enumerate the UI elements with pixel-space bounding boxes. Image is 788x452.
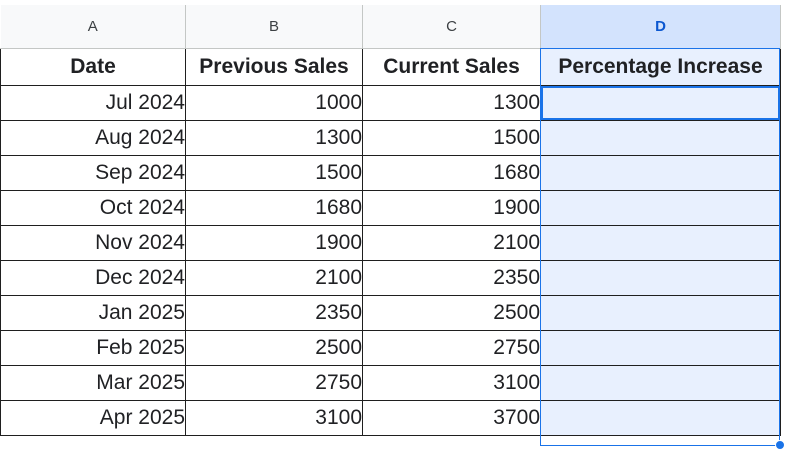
header-cell-percentage-increase[interactable]: Percentage Increase: [540, 47, 781, 86]
current-sales-cell[interactable]: 2350: [362, 259, 541, 296]
percentage-increase-cell[interactable]: [540, 119, 781, 156]
table-header-row: Date Previous Sales Current Sales Percen…: [0, 47, 781, 86]
table-row: Feb 2025 2500 2750: [0, 329, 781, 366]
table-row: Apr 2025 3100 3700: [0, 399, 781, 436]
header-cell-current-sales[interactable]: Current Sales: [362, 47, 541, 86]
table-row: Mar 2025 2750 3100: [0, 364, 781, 401]
table-row: Aug 2024 1300 1500: [0, 119, 781, 156]
previous-sales-cell[interactable]: 3100: [185, 399, 363, 436]
header-cell-date[interactable]: Date: [0, 47, 186, 86]
date-cell[interactable]: Jul 2024: [0, 84, 186, 121]
percentage-increase-cell[interactable]: [540, 224, 781, 261]
current-sales-cell[interactable]: 2100: [362, 224, 541, 261]
current-sales-cell[interactable]: 2500: [362, 294, 541, 331]
previous-sales-cell[interactable]: 1000: [185, 84, 363, 121]
percentage-increase-cell[interactable]: [540, 294, 781, 331]
date-cell[interactable]: Apr 2025: [0, 399, 186, 436]
column-header-d[interactable]: D: [540, 5, 781, 49]
date-cell[interactable]: Dec 2024: [0, 259, 186, 296]
percentage-increase-cell[interactable]: [540, 329, 781, 366]
current-sales-cell[interactable]: 1300: [362, 84, 541, 121]
percentage-increase-cell[interactable]: [540, 189, 781, 226]
current-sales-cell[interactable]: 1500: [362, 119, 541, 156]
previous-sales-cell[interactable]: 2350: [185, 294, 363, 331]
current-sales-cell[interactable]: 3700: [362, 399, 541, 436]
column-header-b[interactable]: B: [185, 5, 363, 49]
fill-handle[interactable]: [775, 440, 785, 450]
previous-sales-cell[interactable]: 1680: [185, 189, 363, 226]
header-cell-previous-sales[interactable]: Previous Sales: [185, 47, 363, 86]
table-row: Oct 2024 1680 1900: [0, 189, 781, 226]
column-header-a[interactable]: A: [0, 5, 186, 49]
previous-sales-cell[interactable]: 2500: [185, 329, 363, 366]
table-row: Dec 2024 2100 2350: [0, 259, 781, 296]
column-header-row: A B C D: [0, 5, 781, 49]
date-cell[interactable]: Sep 2024: [0, 154, 186, 191]
date-cell[interactable]: Mar 2025: [0, 364, 186, 401]
percentage-increase-cell[interactable]: [540, 364, 781, 401]
table-row: Sep 2024 1500 1680: [0, 154, 781, 191]
spreadsheet-grid: A B C D Date Previous Sales Current Sale…: [0, 5, 781, 436]
date-cell[interactable]: Oct 2024: [0, 189, 186, 226]
previous-sales-cell[interactable]: 2750: [185, 364, 363, 401]
percentage-increase-cell[interactable]: [540, 259, 781, 296]
current-sales-cell[interactable]: 2750: [362, 329, 541, 366]
date-cell[interactable]: Jan 2025: [0, 294, 186, 331]
date-cell[interactable]: Aug 2024: [0, 119, 186, 156]
current-sales-cell[interactable]: 1900: [362, 189, 541, 226]
percentage-increase-cell[interactable]: [540, 154, 781, 191]
date-cell[interactable]: Feb 2025: [0, 329, 186, 366]
previous-sales-cell[interactable]: 1300: [185, 119, 363, 156]
table-row: Jul 2024 1000 1300: [0, 84, 781, 121]
table-row: Jan 2025 2350 2500: [0, 294, 781, 331]
percentage-increase-cell-active[interactable]: [540, 84, 781, 121]
previous-sales-cell[interactable]: 2100: [185, 259, 363, 296]
previous-sales-cell[interactable]: 1500: [185, 154, 363, 191]
date-cell[interactable]: Nov 2024: [0, 224, 186, 261]
current-sales-cell[interactable]: 3100: [362, 364, 541, 401]
column-header-c[interactable]: C: [362, 5, 541, 49]
percentage-increase-cell[interactable]: [540, 399, 781, 436]
previous-sales-cell[interactable]: 1900: [185, 224, 363, 261]
current-sales-cell[interactable]: 1680: [362, 154, 541, 191]
table-row: Nov 2024 1900 2100: [0, 224, 781, 261]
